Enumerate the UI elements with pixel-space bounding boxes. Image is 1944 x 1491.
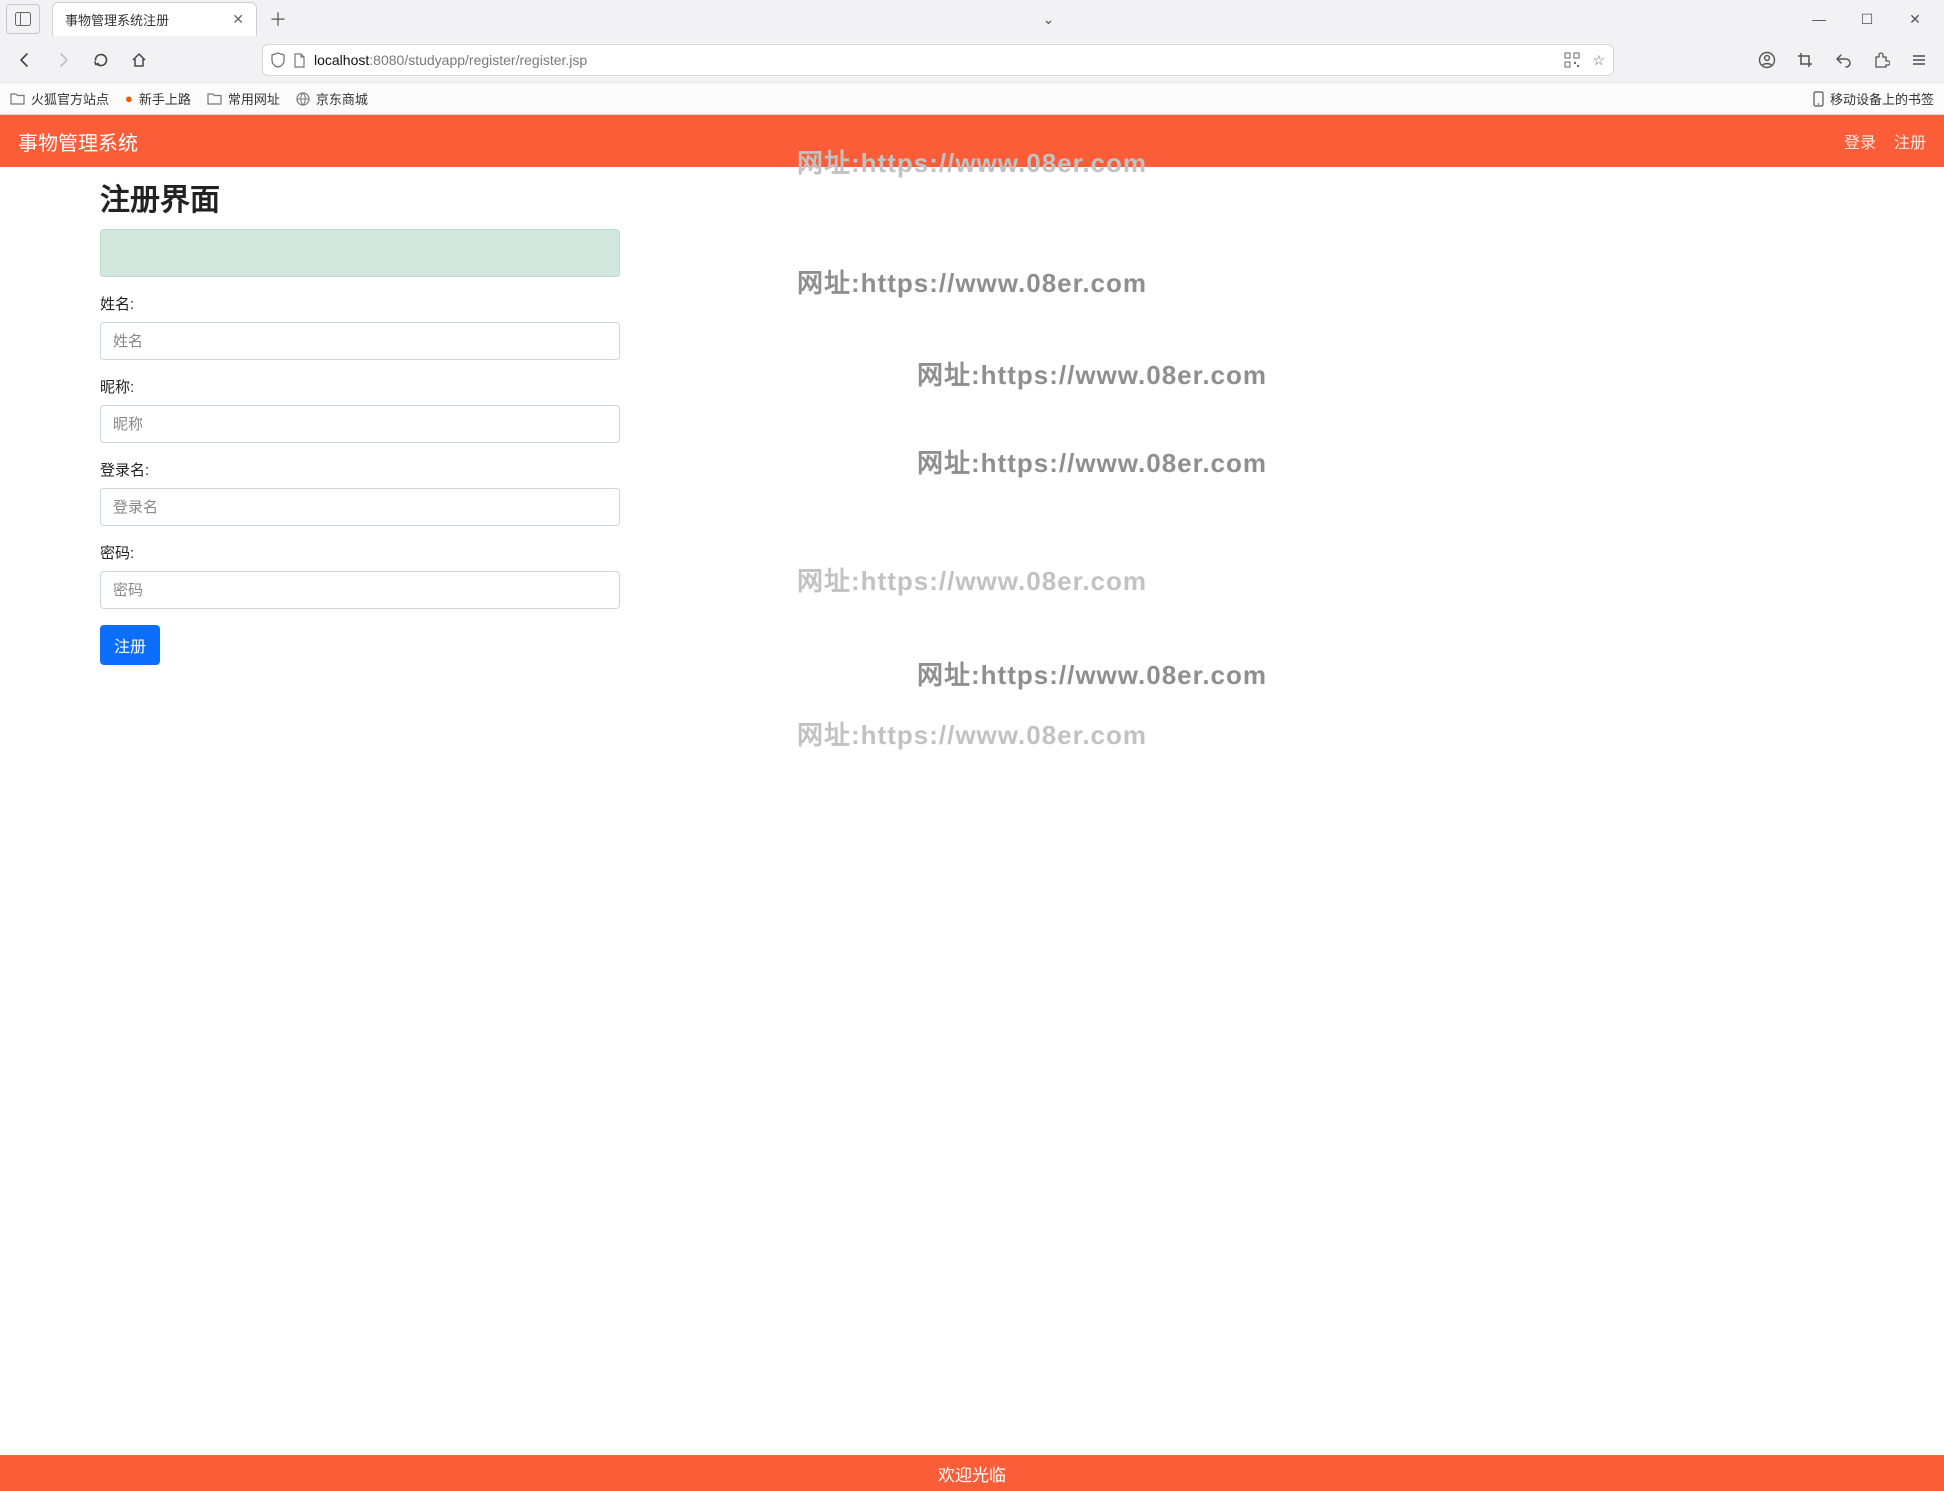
bookmark-label: 火狐官方站点 (31, 89, 109, 108)
nav-toolbar: localhost:8080/studyapp/register/registe… (0, 38, 1944, 82)
window-controls: — ☐ ✕ (1804, 11, 1938, 28)
bookmark-star-icon[interactable]: ☆ (1592, 52, 1605, 69)
login-label: 登录名: (100, 459, 620, 480)
mobile-icon (1813, 91, 1824, 107)
globe-icon (296, 92, 310, 106)
browser-tab[interactable]: 事物管理系统注册 ✕ (52, 2, 257, 36)
folder-icon (10, 92, 25, 105)
bookmark-item[interactable]: ● 新手上路 (125, 89, 191, 108)
nickname-label: 昵称: (100, 376, 620, 397)
tab-title: 事物管理系统注册 (65, 10, 222, 29)
login-input[interactable] (100, 488, 620, 526)
page-title: 注册界面 (100, 175, 620, 219)
nav-link-register[interactable]: 注册 (1894, 129, 1926, 153)
tab-close-icon[interactable]: ✕ (232, 11, 244, 28)
tabs-dropdown-icon[interactable]: ⌄ (1033, 11, 1065, 28)
crop-icon[interactable] (1790, 45, 1820, 75)
forward-button[interactable] (48, 45, 78, 75)
new-tab-button[interactable]: ＋ (263, 6, 293, 32)
bookmark-mobile[interactable]: 移动设备上的书签 (1813, 89, 1934, 108)
password-input[interactable] (100, 571, 620, 609)
bookmark-item[interactable]: 京东商城 (296, 89, 368, 108)
name-label: 姓名: (100, 293, 620, 314)
undo-icon[interactable] (1828, 45, 1858, 75)
bookmarks-bar: 火狐官方站点 ● 新手上路 常用网址 京东商城 移动设备上的书签 (0, 82, 1944, 114)
titlebar: 事物管理系统注册 ✕ ＋ ⌄ — ☐ ✕ (0, 0, 1944, 38)
bookmark-label: 移动设备上的书签 (1830, 89, 1934, 108)
site-navbar: 事物管理系统 登录 注册 (0, 115, 1944, 167)
qr-icon[interactable] (1564, 52, 1580, 69)
extensions-icon[interactable] (1866, 45, 1896, 75)
nav-link-login[interactable]: 登录 (1844, 129, 1876, 153)
reload-button[interactable] (86, 45, 116, 75)
name-input[interactable] (100, 322, 620, 360)
sidebar-toggle-button[interactable] (6, 4, 40, 34)
back-button[interactable] (10, 45, 40, 75)
folder-icon (207, 92, 222, 105)
account-icon[interactable] (1752, 45, 1782, 75)
bookmark-folder[interactable]: 火狐官方站点 (10, 89, 109, 108)
nickname-input[interactable] (100, 405, 620, 443)
bookmark-label: 京东商城 (316, 89, 368, 108)
page-icon (293, 53, 306, 68)
address-bar[interactable]: localhost:8080/studyapp/register/registe… (262, 44, 1614, 76)
page-content: 事物管理系统 登录 注册 网址:https://www.08er.com 网址:… (0, 115, 1944, 1491)
submit-button[interactable]: 注册 (100, 625, 160, 665)
shield-icon (271, 52, 285, 68)
register-form: 姓名: 昵称: 登录名: 密码: 注册 (100, 293, 620, 665)
bookmark-label: 新手上路 (139, 89, 191, 108)
close-window-button[interactable]: ✕ (1900, 11, 1930, 28)
alert-success (100, 229, 620, 277)
password-label: 密码: (100, 542, 620, 563)
app-menu-icon[interactable] (1904, 45, 1934, 75)
home-button[interactable] (124, 45, 154, 75)
maximize-button[interactable]: ☐ (1852, 11, 1882, 28)
form-container: 注册界面 姓名: 昵称: 登录名: 密码: 注册 (100, 167, 620, 665)
bookmark-folder[interactable]: 常用网址 (207, 89, 280, 108)
minimize-button[interactable]: — (1804, 11, 1834, 28)
site-footer: 欢迎光临 (0, 1455, 1944, 1491)
bookmark-label: 常用网址 (228, 89, 280, 108)
address-text: localhost:8080/studyapp/register/registe… (314, 52, 1556, 68)
footer-text: 欢迎光临 (938, 1461, 1006, 1486)
firefox-icon: ● (125, 91, 133, 106)
site-brand: 事物管理系统 (18, 127, 138, 156)
browser-chrome: 事物管理系统注册 ✕ ＋ ⌄ — ☐ ✕ (0, 0, 1944, 115)
